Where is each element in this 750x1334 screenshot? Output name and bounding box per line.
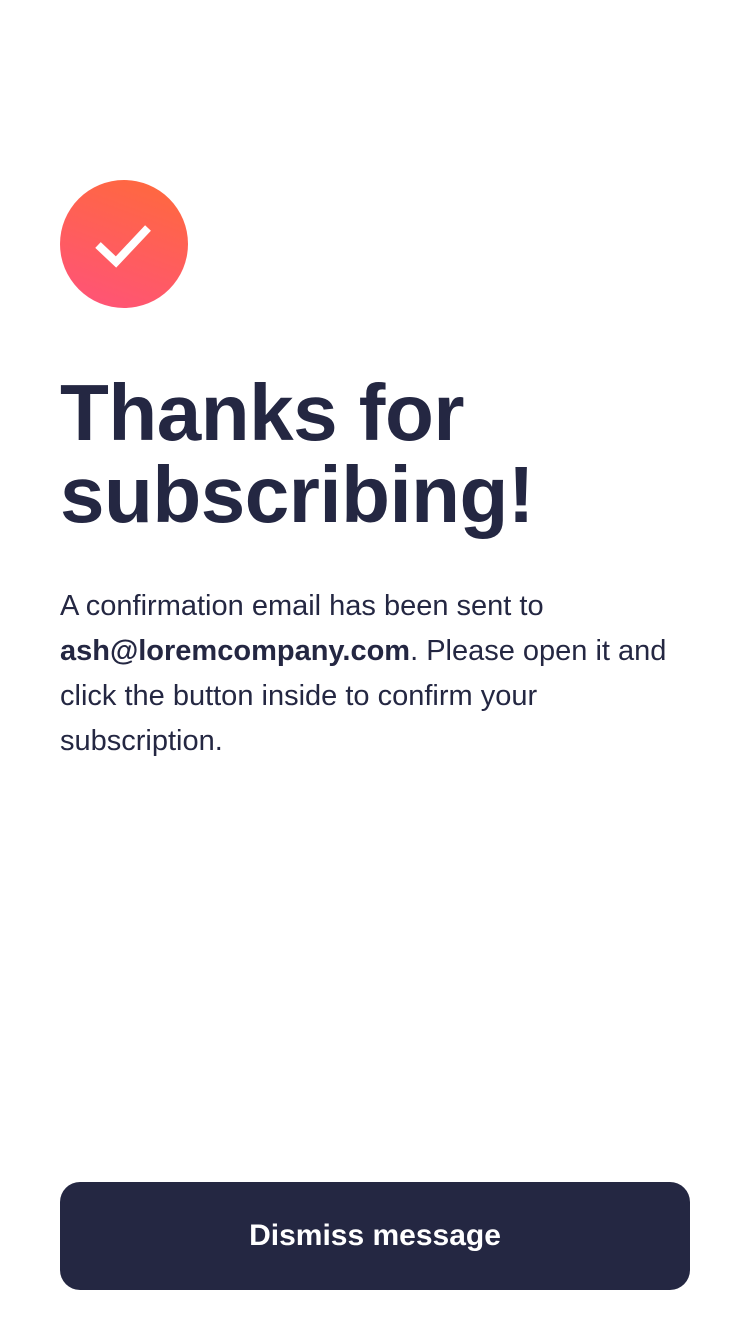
page-title: Thanks for subscribing! [60, 372, 700, 536]
checkmark-glyph [95, 225, 151, 268]
email-address: ash@loremcompany.com [60, 635, 411, 667]
confirmation-message: A confirmation email has been sent to as… [60, 584, 690, 764]
checkmark-icon [60, 180, 188, 308]
dismiss-message-button[interactable]: Dismiss message [60, 1182, 690, 1290]
message-intro: A confirmation email has been sent to [60, 590, 544, 622]
title-line-1: Thanks for [60, 368, 464, 457]
title-line-2: subscribing! [60, 450, 535, 539]
dismiss-button-label: Dismiss message [249, 1219, 501, 1252]
